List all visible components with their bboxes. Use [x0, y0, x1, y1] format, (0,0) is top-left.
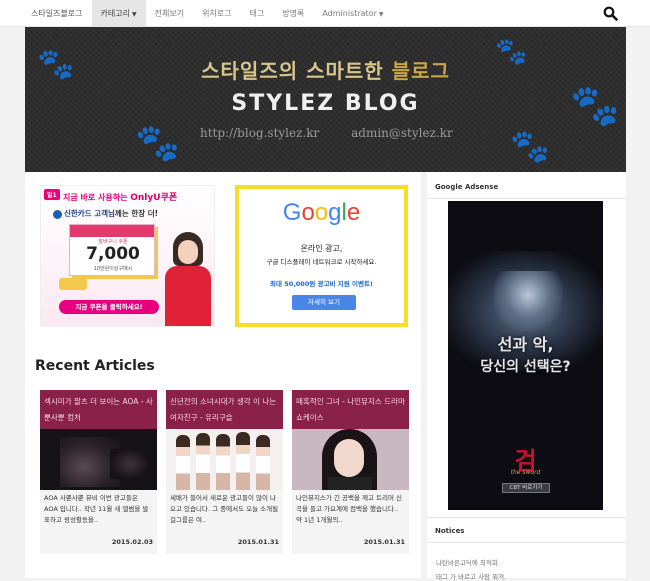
divider	[427, 542, 626, 543]
main-content: 일1 지금 바로 사용하는 OnlyU쿠폰 신한카드 고객님께는 한장 더! 장…	[25, 172, 421, 578]
google-display-ad[interactable]: Google 온라인 광고, 구글 디스플레이 네트워크로 시작하세요. 최대 …	[235, 185, 408, 327]
coupon-value: 7,000	[86, 244, 140, 264]
coupon-card-line: 신한카드 고객님께는 한장 더!	[53, 208, 158, 219]
card-line-a: 신한카드 고객님	[64, 209, 115, 218]
caret-down-icon: ▼	[378, 10, 384, 18]
nav-item-guestbook[interactable]: 방명록	[273, 0, 313, 27]
google-ad-line2: 구글 디스플레이 네트워크로 시작하세요.	[266, 258, 377, 266]
article-excerpt: 나인뮤지스가 긴 공백을 깨고 트리머 신곡을 들고 가요계에 컴백을 했습니다…	[296, 494, 403, 524]
divider	[427, 198, 626, 199]
nav-item-location[interactable]: 위치로그	[193, 0, 240, 27]
game-ad-logo-sub: the sword	[510, 469, 541, 476]
notices-widget-title: Notices	[435, 527, 465, 535]
article-excerpt: AOA 사뿐사뿐 뮤비 이번 광고들은 AOA 입니다.. 작년 11월 새 앨…	[44, 494, 149, 524]
coupon-ad[interactable]: 일1 지금 바로 사용하는 OnlyU쿠폰 신한카드 고객님께는 한장 더! 장…	[40, 185, 215, 327]
coupon-card: 장바구니 쿠폰 7,000 10만원이상구매시	[69, 224, 155, 276]
google-logo: Google	[282, 199, 361, 226]
article-thumbnail[interactable]	[40, 429, 157, 490]
coupon-headline-b: OnlyU쿠폰	[130, 193, 178, 203]
banner-links: http://blog.stylez.kr admin@stylez.kr	[200, 126, 481, 140]
recent-articles-heading: Recent Articles	[35, 358, 155, 374]
coupon-headline-a: 지금 바로 사용하는	[63, 193, 128, 202]
article-thumbnail[interactable]	[166, 429, 283, 490]
game-ad[interactable]: 선과 악, 당신의 선택은? 검 the sword CBT 바로가기	[448, 201, 603, 510]
nav-item-tag[interactable]: 태그	[241, 0, 274, 27]
ad-badge: 일1	[44, 189, 60, 200]
article-title[interactable]: 신년전의 소녀시대가 생각 이 나는 여자친구 - 유리구슬	[166, 390, 283, 429]
google-ad-promo: 최대 50,000원 광고비 지원 이벤트!	[270, 280, 373, 288]
banner-title-english: STYLEZ BLOG	[231, 91, 420, 116]
nav-item-category[interactable]: 카테고리 ▼	[91, 0, 146, 27]
notice-item[interactable]: 나탄바른고딕에 최적화.	[436, 557, 500, 567]
article-card[interactable]: 매혹적인 그녀 - 나인뮤지스 드라마 쇼케이스 나인뮤지스가 긴 공백을 깨고…	[292, 390, 409, 554]
nav-label: 방명록	[282, 8, 305, 18]
google-ad-line1: 온라인 광고,	[300, 244, 343, 253]
adsense-widget-title: Google Adsense	[435, 183, 499, 191]
game-ad-line2: 당신의 선택은?	[480, 359, 571, 375]
card-line-b: 께는 한장 더!	[114, 209, 159, 218]
divider	[427, 517, 626, 518]
blog-banner[interactable]: 🐾 🐾 🐾 🐾 🐾 스타일즈의 스마트한 블로그 STYLEZ BLOG htt…	[25, 27, 626, 172]
nav-brand[interactable]: 스타일즈블로그	[0, 0, 92, 27]
article-thumbnail[interactable]	[292, 429, 409, 490]
notice-item[interactable]: 태그 가 바르고 사람 뭐져.	[436, 571, 506, 581]
game-ad-line1: 선과 악,	[497, 335, 554, 354]
banner-title-main: 스타일즈의 스마트한	[201, 59, 384, 83]
nav-label: 카테고리	[100, 8, 130, 18]
bank-logo-icon	[53, 209, 62, 219]
banner-title-accent: 블로그	[391, 59, 450, 83]
caret-down-icon: ▼	[131, 10, 137, 18]
top-navbar: 스타일즈블로그 카테고리 ▼ 전체보기 위치로그 태그 방명록 Administr…	[0, 0, 650, 27]
nav-item-all[interactable]: 전체보기	[146, 0, 193, 27]
nav-label: 위치로그	[202, 8, 232, 18]
article-date: 2015.01.31	[363, 538, 405, 546]
paw-print-icon: 🐾	[510, 127, 550, 165]
banner-url: http://blog.stylez.kr	[200, 126, 320, 140]
article-title[interactable]: 매혹적인 그녀 - 나인뮤지스 드라마 쇼케이스	[292, 390, 409, 429]
model-photo	[159, 228, 214, 326]
banner-email: admin@stylez.kr	[351, 126, 453, 140]
banner-title-korean: 스타일즈의 스마트한 블로그	[25, 55, 626, 84]
article-date: 2015.02.03	[111, 538, 153, 546]
coupon-sub: 10만원이상구매시	[93, 266, 133, 272]
coupon-headline: 지금 바로 사용하는 OnlyU쿠폰	[63, 190, 177, 203]
article-excerpt: 세배가 들어서 새로운 광고들이 많이 나오고 있습니다. 그 중에서도 오늘 …	[170, 494, 279, 524]
article-title[interactable]: 섹시미가 팔츠 더 보이는 AOA - 사뿐사뿐 컴처	[40, 390, 157, 429]
nav-item-admin[interactable]: Administrator ▼	[313, 0, 392, 27]
coupon-cta-button[interactable]: 지금 쿠폰을 클릭하세요!	[59, 300, 159, 314]
game-ad-button[interactable]: CBT 바로가기	[502, 483, 550, 493]
nav-label: 태그	[249, 8, 265, 18]
nav-label: Administrator	[322, 8, 377, 18]
nav-label: 전체보기	[154, 8, 185, 18]
article-card[interactable]: 섹시미가 팔츠 더 보이는 AOA - 사뿐사뿐 컴처 AOA 사뿐사뿐 뮤비 …	[40, 390, 157, 554]
article-card[interactable]: 신년전의 소녀시대가 생각 이 나는 여자친구 - 유리구슬 세배가 들어서 새…	[166, 390, 283, 554]
google-ad-button[interactable]: 자세히 보기	[292, 295, 356, 310]
article-date: 2015.01.31	[237, 538, 279, 546]
paw-print-icon: 🐾	[135, 123, 180, 164]
sidebar: Google Adsense 선과 악, 당신의 선택은? 검 the swor…	[427, 172, 626, 581]
search-icon[interactable]	[603, 6, 618, 21]
